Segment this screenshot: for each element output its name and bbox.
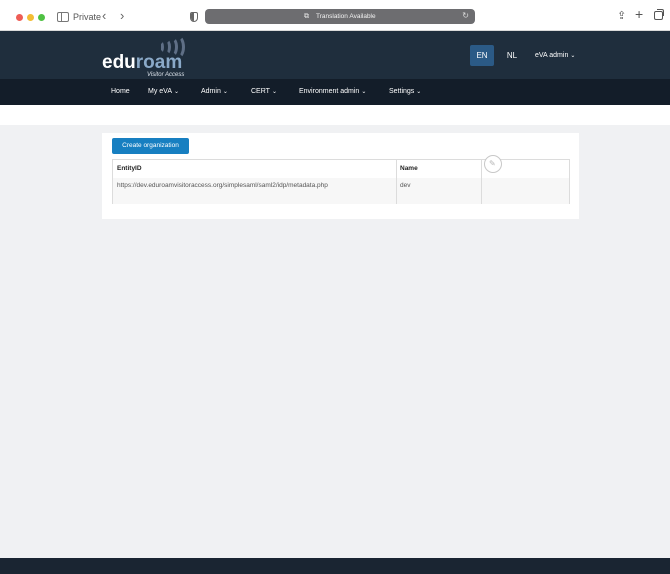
reload-icon[interactable]: ↻ xyxy=(462,11,469,21)
nav-item-admin[interactable]: Admin ⌄ xyxy=(201,79,228,105)
main-nav: Home My eVA ⌄ Admin ⌄ CERT ⌄ Environment ad… xyxy=(0,79,670,105)
forward-icon[interactable]: › xyxy=(120,9,124,23)
address-text: Translation Available xyxy=(316,13,376,20)
sub-header-band xyxy=(0,105,670,125)
chevron-down-icon: ⌄ xyxy=(222,89,228,95)
chevron-down-icon: ⌄ xyxy=(416,89,422,95)
nav-item-home[interactable]: Home xyxy=(111,79,130,105)
user-menu[interactable]: eVA admin ⌄ xyxy=(535,48,575,64)
column-divider xyxy=(481,160,482,204)
column-header-name: Name xyxy=(400,165,418,172)
pencil-icon: ✎ xyxy=(489,159,496,168)
eduroam-logo[interactable]: eduroam Visitor Access xyxy=(102,34,202,78)
nav-item-my-eva[interactable]: My eVA ⌄ xyxy=(148,79,179,105)
back-icon[interactable]: ‹ xyxy=(102,9,106,23)
edit-organization-button[interactable]: ✎ xyxy=(484,155,502,173)
column-header-entityid: EntityID xyxy=(117,165,142,172)
tab-overview-icon[interactable] xyxy=(654,9,664,20)
translate-icon[interactable]: ⧉ xyxy=(304,13,309,20)
private-label: Private xyxy=(73,12,102,22)
chevron-down-icon: ⌄ xyxy=(361,89,367,95)
privacy-shield-icon[interactable] xyxy=(190,12,198,22)
organizations-card: Create organization EntityID Name https:… xyxy=(102,133,579,219)
zoom-window-button[interactable] xyxy=(38,14,45,21)
browser-toolbar: Private ‹ › ⧉ Translation Available ↻ ⇪ … xyxy=(0,0,670,31)
site-footer xyxy=(0,558,670,574)
chevron-down-icon: ⌄ xyxy=(174,89,180,95)
chevron-down-icon: ⌄ xyxy=(570,53,576,59)
minimize-window-button[interactable] xyxy=(27,14,34,21)
address-bar[interactable]: ⧉ Translation Available ↻ xyxy=(205,9,475,24)
cell-name: dev xyxy=(396,178,481,204)
language-en-button[interactable]: EN xyxy=(470,45,494,66)
cell-actions xyxy=(481,178,569,204)
language-nl-button[interactable]: NL xyxy=(505,45,519,66)
chevron-down-icon: ⌄ xyxy=(271,89,277,95)
close-window-button[interactable] xyxy=(16,14,23,21)
share-icon[interactable]: ⇪ xyxy=(617,9,626,22)
nav-item-cert[interactable]: CERT ⌄ xyxy=(251,79,277,105)
nav-item-environment-admin[interactable]: Environment admin ⌄ xyxy=(299,79,366,105)
logo-wordmark: eduroam xyxy=(102,52,183,73)
column-divider xyxy=(396,160,397,204)
logo-subtitle: Visitor Access xyxy=(147,72,185,78)
new-tab-icon[interactable]: + xyxy=(635,7,643,22)
sidebar-icon[interactable] xyxy=(57,12,69,22)
user-menu-label: eVA admin xyxy=(535,52,569,59)
cell-entityid: https://dev.eduroamvisitoraccess.org/sim… xyxy=(113,178,396,204)
create-organization-button[interactable]: Create organization xyxy=(112,138,189,154)
nav-item-settings[interactable]: Settings ⌄ xyxy=(389,79,421,105)
